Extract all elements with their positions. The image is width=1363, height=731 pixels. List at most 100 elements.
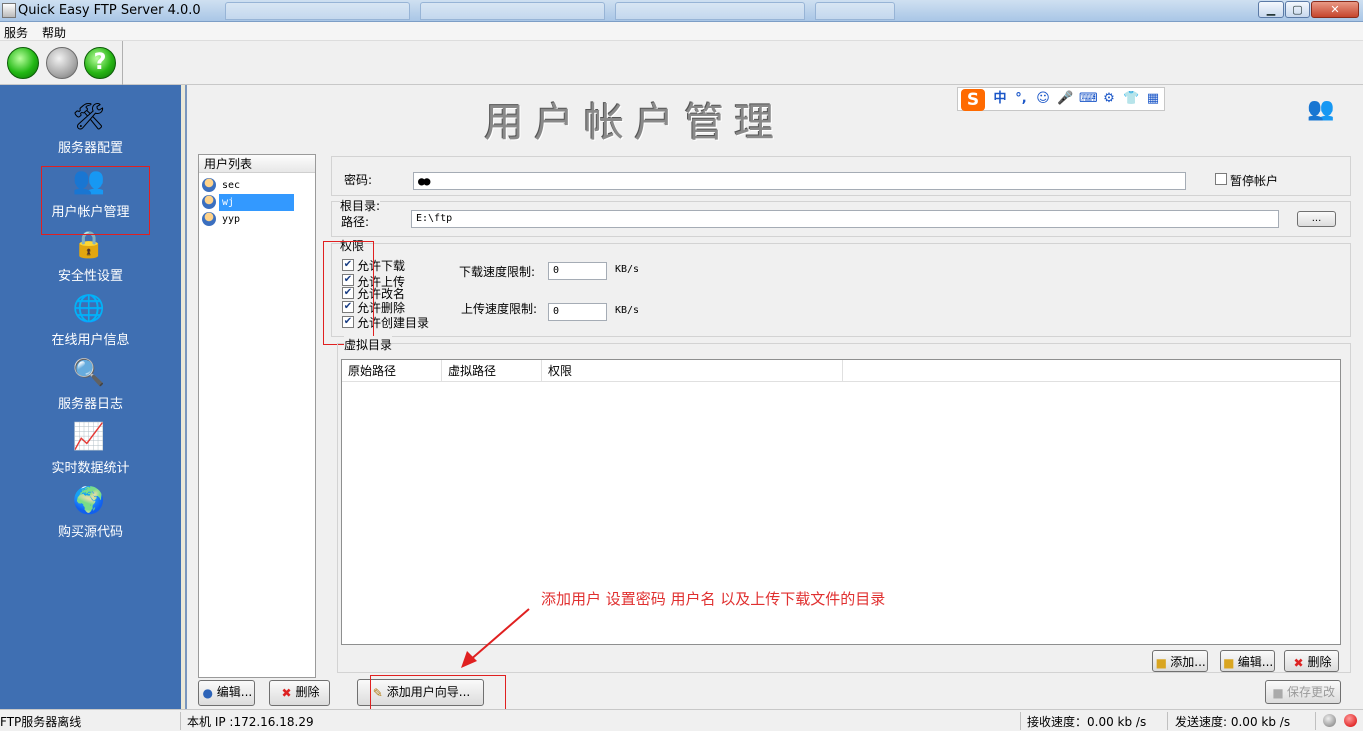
title-bar: Quick Easy FTP Server 4.0.0 ▁ ▢ ✕ (0, 0, 1363, 22)
download-limit-label: 下载速度限制: (459, 265, 536, 279)
maximize-button[interactable]: ▢ (1285, 1, 1310, 18)
globe-user-icon: 🌐 (72, 294, 106, 324)
sidebar-item-label: 实时数据统计 (51, 461, 130, 476)
help-icon[interactable]: ? (84, 47, 116, 79)
status-bar: FTP服务器离线 本机 IP :172.16.18.29 接收速度：0.00 k… (0, 709, 1363, 731)
sidebar-item-label: 在线用户信息 (51, 333, 130, 348)
close-button[interactable]: ✕ (1311, 1, 1359, 18)
page-title: 用户帐户管理 (484, 100, 784, 146)
save-changes-button[interactable]: ■ 保存更改 (1265, 680, 1341, 704)
idle-light-icon (1323, 714, 1336, 727)
receive-speed-text: 接收速度：0.00 kb /s (1027, 715, 1147, 729)
save-changes-label: 保存更改 (1286, 685, 1335, 699)
password-field[interactable]: ●● (413, 172, 1186, 190)
annotation-box-wizard (370, 675, 506, 712)
window-title: Quick Easy FTP Server 4.0.0 (18, 3, 201, 18)
delete-virtual-dir-button[interactable]: ✖ 删除 (1284, 650, 1339, 672)
upload-limit-label: 上传速度限制: (461, 302, 538, 316)
sidebar-item-label: 购买源代码 (57, 525, 123, 540)
browse-button[interactable]: ... (1297, 211, 1336, 227)
user-list-item[interactable]: yyp (202, 211, 313, 228)
sidebar-item-online-users[interactable]: 🌐 在线用户信息 (0, 291, 181, 355)
user-list-item-selected[interactable]: wj (202, 194, 313, 211)
user-edit-icon: ● (202, 685, 213, 700)
server-status-text: FTP服务器离线 (0, 715, 82, 729)
status-divider (1020, 712, 1021, 730)
delete-user-button[interactable]: ✖ 删除 (269, 680, 330, 706)
edit-user-button[interactable]: ● 编辑... (198, 680, 255, 706)
stop-server-icon[interactable] (46, 47, 78, 79)
edit-virtual-dir-label: 编辑... (1237, 655, 1274, 669)
column-header-permission[interactable]: 权限 (542, 360, 843, 382)
user-name: wj (219, 194, 295, 211)
ie-globe-icon: 🌍 (72, 486, 106, 516)
edit-user-label: 编辑... (216, 685, 253, 699)
sidebar-item-server-log[interactable]: 🔍 服务器日志 (0, 355, 181, 419)
folder-add-icon: ■ (1155, 655, 1167, 670)
send-speed-text: 发送速度: 0.00 kb /s (1175, 715, 1291, 729)
ime-lang-icon[interactable]: 中 (992, 91, 1008, 107)
menu-service[interactable]: 服务 (4, 24, 28, 41)
ime-emoji-icon[interactable]: ☺ (1035, 91, 1051, 107)
ime-grid-icon[interactable]: ▦ (1145, 91, 1161, 107)
menu-help[interactable]: 帮助 (42, 24, 66, 41)
ime-mic-icon[interactable]: 🎤 (1057, 91, 1073, 107)
ime-skin-icon[interactable]: 👕 (1123, 91, 1139, 107)
save-icon: ■ (1272, 685, 1284, 700)
path-field[interactable]: E:\ftp (411, 210, 1279, 228)
status-divider (1167, 712, 1168, 730)
ime-keyboard-icon[interactable]: ⌨ (1079, 91, 1098, 107)
users-icon: 👥 (1307, 97, 1335, 122)
upload-limit-field[interactable]: 0 (548, 303, 607, 321)
suspend-account-label: 暂停帐户 (1230, 174, 1279, 188)
column-header-source-path[interactable]: 原始路径 (342, 360, 442, 382)
delete-icon: ✖ (1293, 655, 1304, 670)
column-header-virtual-path[interactable]: 虚拟路径 (442, 360, 542, 382)
download-limit-unit: KB/s (615, 264, 640, 275)
edit-virtual-dir-button[interactable]: ■ 编辑... (1220, 650, 1275, 672)
sidebar-item-label: 服务器配置 (57, 141, 123, 156)
delete-virtual-dir-label: 删除 (1307, 655, 1332, 669)
sogou-logo-icon[interactable]: S (961, 89, 985, 111)
magnifier-log-icon: 🔍 (72, 358, 106, 388)
app-icon (2, 3, 16, 18)
annotation-box-permissions (323, 241, 374, 345)
delete-icon: ✖ (281, 685, 292, 700)
user-name: yyp (222, 214, 241, 225)
sidebar-item-buy-source[interactable]: 🌍 购买源代码 (0, 483, 181, 547)
status-divider (180, 712, 181, 730)
sidebar-item-security[interactable]: 🔒 安全性设置 (0, 227, 181, 291)
background-tab (615, 2, 805, 20)
suspend-account-checkbox[interactable] (1215, 173, 1227, 185)
annotation-arrow-icon (461, 608, 530, 668)
user-icon (202, 195, 216, 209)
ime-toolbar: S 中 °, ☺ 🎤 ⌨ ⚙ 👕 ▦ (957, 87, 1165, 111)
user-list-item[interactable]: sec (202, 177, 313, 194)
sidebar-item-realtime-stats[interactable]: 📈 实时数据统计 (0, 419, 181, 483)
status-divider (1315, 712, 1316, 730)
toolbar: ? (0, 41, 1363, 85)
add-virtual-dir-button[interactable]: ■ 添加... (1152, 650, 1208, 672)
sidebar-item-label: 服务器日志 (57, 397, 123, 412)
permissions-group (331, 243, 1351, 337)
menu-bar: 服务 帮助 (0, 22, 1363, 41)
delete-user-label: 删除 (295, 685, 320, 699)
pulse-chart-icon: 📈 (72, 422, 106, 452)
user-list[interactable]: 用户列表 sec wj yyp (198, 154, 316, 678)
ime-punct-icon[interactable]: °, (1013, 91, 1029, 107)
virtual-dir-label: 虚拟目录 (344, 336, 393, 353)
folder-edit-icon: ■ (1223, 655, 1235, 670)
background-tab (420, 2, 605, 20)
sidebar-item-server-config[interactable]: 🛠 服务器配置 (0, 99, 181, 163)
background-tab (815, 2, 895, 20)
sidebar-item-label: 安全性设置 (57, 269, 123, 284)
ime-tools-icon[interactable]: ⚙ (1101, 91, 1117, 107)
minimize-button[interactable]: ▁ (1258, 1, 1284, 18)
annotation-text: 添加用户 设置密码 用户名 以及上传下载文件的目录 (541, 590, 886, 608)
start-server-icon[interactable] (7, 47, 39, 79)
password-label: 密码: (344, 173, 373, 187)
annotation-box-sidebar (41, 166, 150, 235)
toolbar-divider (122, 41, 123, 85)
root-dir-label: 根目录: (340, 197, 381, 214)
download-limit-field[interactable]: 0 (548, 262, 607, 280)
